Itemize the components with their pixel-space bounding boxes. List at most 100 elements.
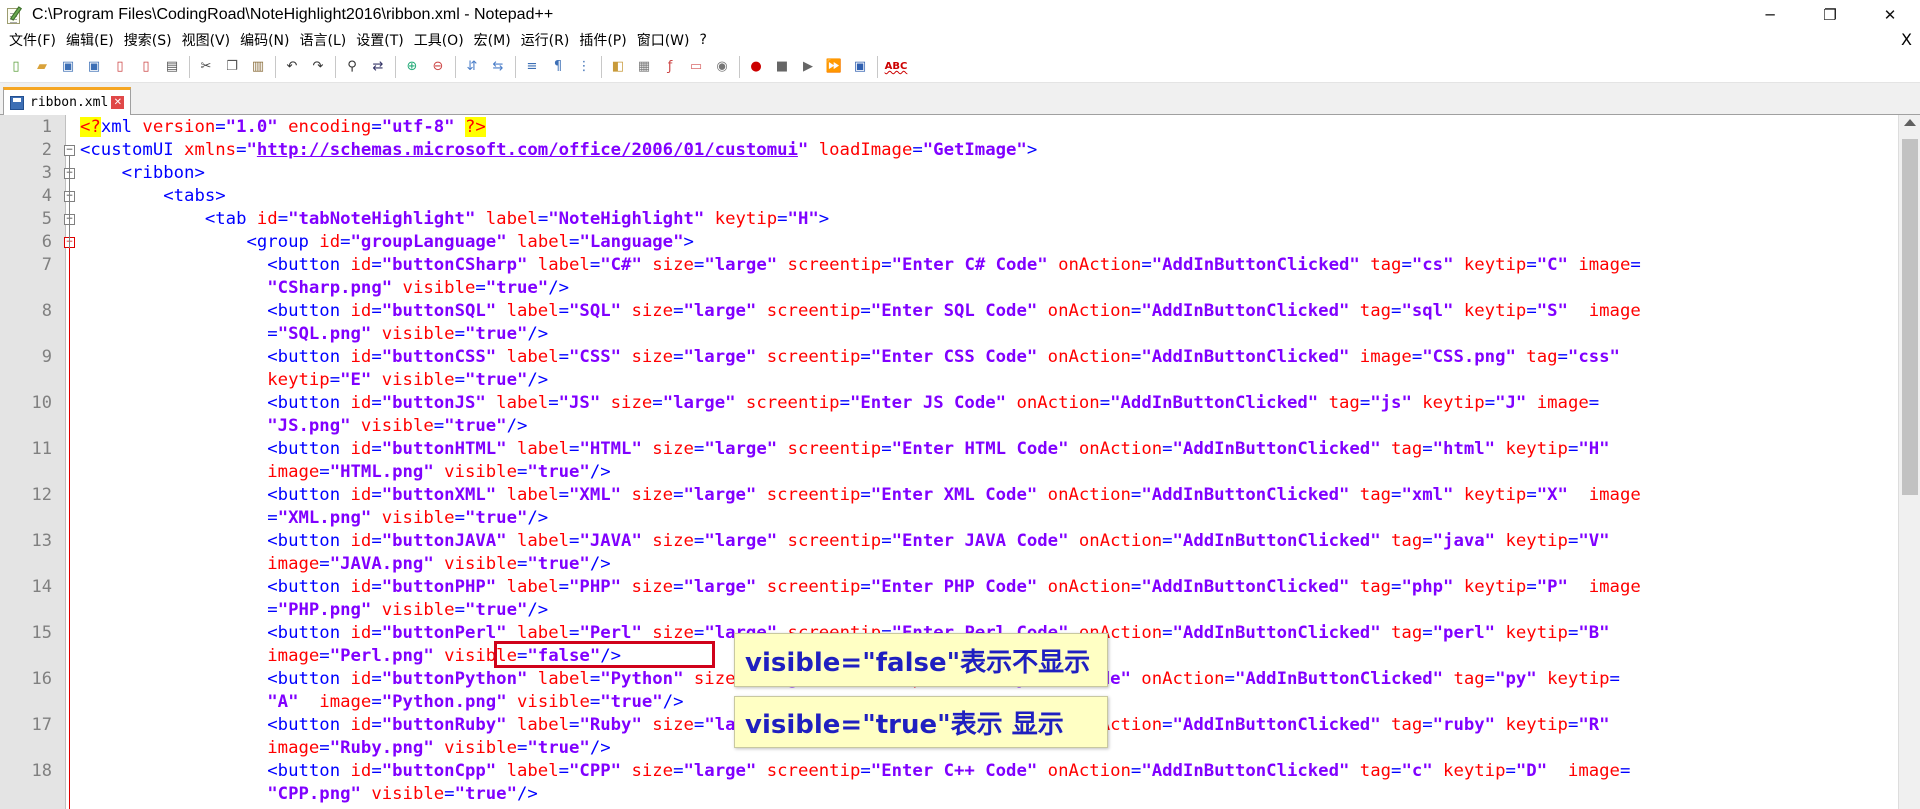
udl-icon[interactable]: ◧ — [607, 56, 629, 78]
code-line: <button id="buttonCSS" label="CSS" size=… — [80, 347, 1620, 367]
menu-item-12[interactable]: ? — [695, 32, 712, 48]
toolbar-separator — [189, 55, 190, 78]
paste-icon[interactable]: ▥ — [247, 56, 269, 78]
replace-icon[interactable]: ⇄ — [367, 56, 389, 78]
visible-false-highlight — [494, 641, 715, 668]
code-line: ="XML.png" visible="true"/> — [80, 508, 549, 528]
menu-item-3[interactable]: 视图(V) — [177, 30, 236, 50]
code-line: <?xml version="1.0" encoding="utf-8" ?> — [80, 117, 486, 137]
line-number: 12 — [31, 485, 52, 505]
new-file-icon[interactable]: ▯ — [5, 56, 27, 78]
menu-item-11[interactable]: 窗口(W) — [632, 30, 695, 50]
line-number: 4 — [41, 186, 52, 206]
note-visible-false: visible="false"表示不显示 — [734, 633, 1108, 687]
menu-item-2[interactable]: 搜索(S) — [119, 30, 177, 50]
line-number: 8 — [41, 301, 52, 321]
note-visible-true: visible="true"表示 显示 — [734, 696, 1108, 748]
menu-item-10[interactable]: 插件(P) — [574, 30, 631, 50]
menu-item-9[interactable]: 运行(R) — [516, 30, 575, 50]
find-icon[interactable]: ⚲ — [341, 56, 363, 78]
copy-icon[interactable]: ❐ — [221, 56, 243, 78]
line-number: 3 — [41, 163, 52, 183]
doc-map-icon[interactable]: ▦ — [633, 56, 655, 78]
toolbar-separator — [455, 55, 456, 78]
undo-icon[interactable]: ↶ — [281, 56, 303, 78]
save-all-icon[interactable]: ▣ — [83, 56, 105, 78]
sync-v-icon[interactable]: ⇵ — [461, 56, 483, 78]
code-line: ="SQL.png" visible="true"/> — [80, 324, 549, 344]
line-number: 1 — [41, 117, 52, 137]
vertical-scrollbar[interactable] — [1898, 115, 1920, 809]
menu-item-6[interactable]: 设置(T) — [351, 30, 408, 50]
tab-close-icon[interactable]: ✕ — [111, 96, 125, 109]
monitor-icon[interactable]: ◉ — [711, 56, 733, 78]
open-file-icon[interactable]: ▰ — [31, 56, 53, 78]
line-number: 9 — [41, 347, 52, 367]
scrollbar-thumb[interactable] — [1902, 139, 1918, 495]
code-line: ="PHP.png" visible="true"/> — [80, 600, 549, 620]
code-line: image="Ruby.png" visible="true"/> — [80, 738, 611, 758]
cut-icon[interactable]: ✂ — [195, 56, 217, 78]
code-line: <button id="buttonSQL" label="SQL" size=… — [80, 301, 1641, 321]
save-macro-icon[interactable]: ▣ — [849, 56, 871, 78]
print-icon[interactable]: ▤ — [161, 56, 183, 78]
fold-collapse-icon[interactable]: − — [64, 145, 75, 156]
close-window-button[interactable]: ✕ — [1860, 0, 1920, 29]
window-title: C:\Program Files\CodingRoad\NoteHighligh… — [32, 5, 554, 23]
run-macro-multiple-icon[interactable]: ⏩ — [823, 56, 845, 78]
fold-guide-line-active — [69, 248, 70, 809]
menu-item-8[interactable]: 宏(M) — [469, 30, 516, 50]
line-number: 2 — [41, 140, 52, 160]
line-number: 16 — [31, 669, 52, 689]
tab-ribbon-xml[interactable]: ribbon.xml ✕ — [3, 87, 131, 115]
code-line: <button id="buttonPHP" label="PHP" size=… — [80, 577, 1641, 597]
play-macro-icon[interactable]: ▶ — [797, 56, 819, 78]
spell-check-icon[interactable]: ABC — [883, 56, 909, 78]
toolbar-separator — [395, 55, 396, 78]
zoom-in-icon[interactable]: ⊕ — [401, 56, 423, 78]
toolbar-separator — [275, 55, 276, 78]
sync-h-icon[interactable]: ⇆ — [487, 56, 509, 78]
folder-workspace-icon[interactable]: ▭ — [685, 56, 707, 78]
menu-item-4[interactable]: 编码(N) — [235, 30, 294, 50]
word-wrap-icon[interactable]: ≡ — [521, 56, 543, 78]
code-line: <button id="buttonCpp" label="CPP" size=… — [80, 761, 1631, 781]
maximize-button[interactable]: ❐ — [1800, 0, 1860, 29]
menu-item-7[interactable]: 工具(O) — [409, 30, 469, 50]
code-line: <button id="buttonXML" label="XML" size=… — [80, 485, 1641, 505]
toolbar-separator — [877, 55, 878, 78]
tab-bar: ribbon.xml ✕ — [0, 83, 1920, 115]
code-line: keytip="E" visible="true"/> — [80, 370, 549, 390]
function-list-icon[interactable]: ƒ — [659, 56, 681, 78]
code-line: image="JAVA.png" visible="true"/> — [80, 554, 611, 574]
toolbar-separator — [601, 55, 602, 78]
record-macro-icon[interactable]: ● — [745, 56, 767, 78]
close-all-icon[interactable]: ▯ — [135, 56, 157, 78]
scroll-up-icon[interactable] — [1904, 119, 1916, 126]
line-number: 7 — [41, 255, 52, 275]
save-icon[interactable]: ▣ — [57, 56, 79, 78]
line-number: 6 — [41, 232, 52, 252]
zoom-out-icon[interactable]: ⊖ — [427, 56, 449, 78]
indent-guide-icon[interactable]: ⋮ — [573, 56, 595, 78]
menu-bar: 文件(F) 编辑(E) 搜索(S) 视图(V) 编码(N) 语言(L) 设置(T) 工具(O)… — [0, 29, 1920, 51]
line-number: 18 — [31, 761, 52, 781]
redo-icon[interactable]: ↷ — [307, 56, 329, 78]
toolbar-separator — [335, 55, 336, 78]
code-line: <button id="buttonJAVA" label="JAVA" siz… — [80, 531, 1610, 551]
minimize-button[interactable]: ─ — [1740, 0, 1800, 29]
code-line: <ribbon> — [80, 163, 205, 183]
menu-item-5[interactable]: 语言(L) — [295, 30, 352, 50]
line-number: 11 — [31, 439, 52, 459]
code-line: "CPP.png" visible="true"/> — [80, 784, 538, 804]
line-number: 17 — [31, 715, 52, 735]
code-line: "JS.png" visible="true"/> — [80, 416, 528, 436]
menu-item-1[interactable]: 编辑(E) — [61, 30, 119, 50]
tab-label: ribbon.xml — [30, 95, 109, 110]
show-all-chars-icon[interactable]: ¶ — [547, 56, 569, 78]
line-number: 14 — [31, 577, 52, 597]
stop-macro-icon[interactable]: ■ — [771, 56, 793, 78]
menu-item-0[interactable]: 文件(F) — [4, 30, 61, 50]
close-document-button[interactable]: X — [1901, 29, 1912, 51]
close-icon[interactable]: ▯ — [109, 56, 131, 78]
